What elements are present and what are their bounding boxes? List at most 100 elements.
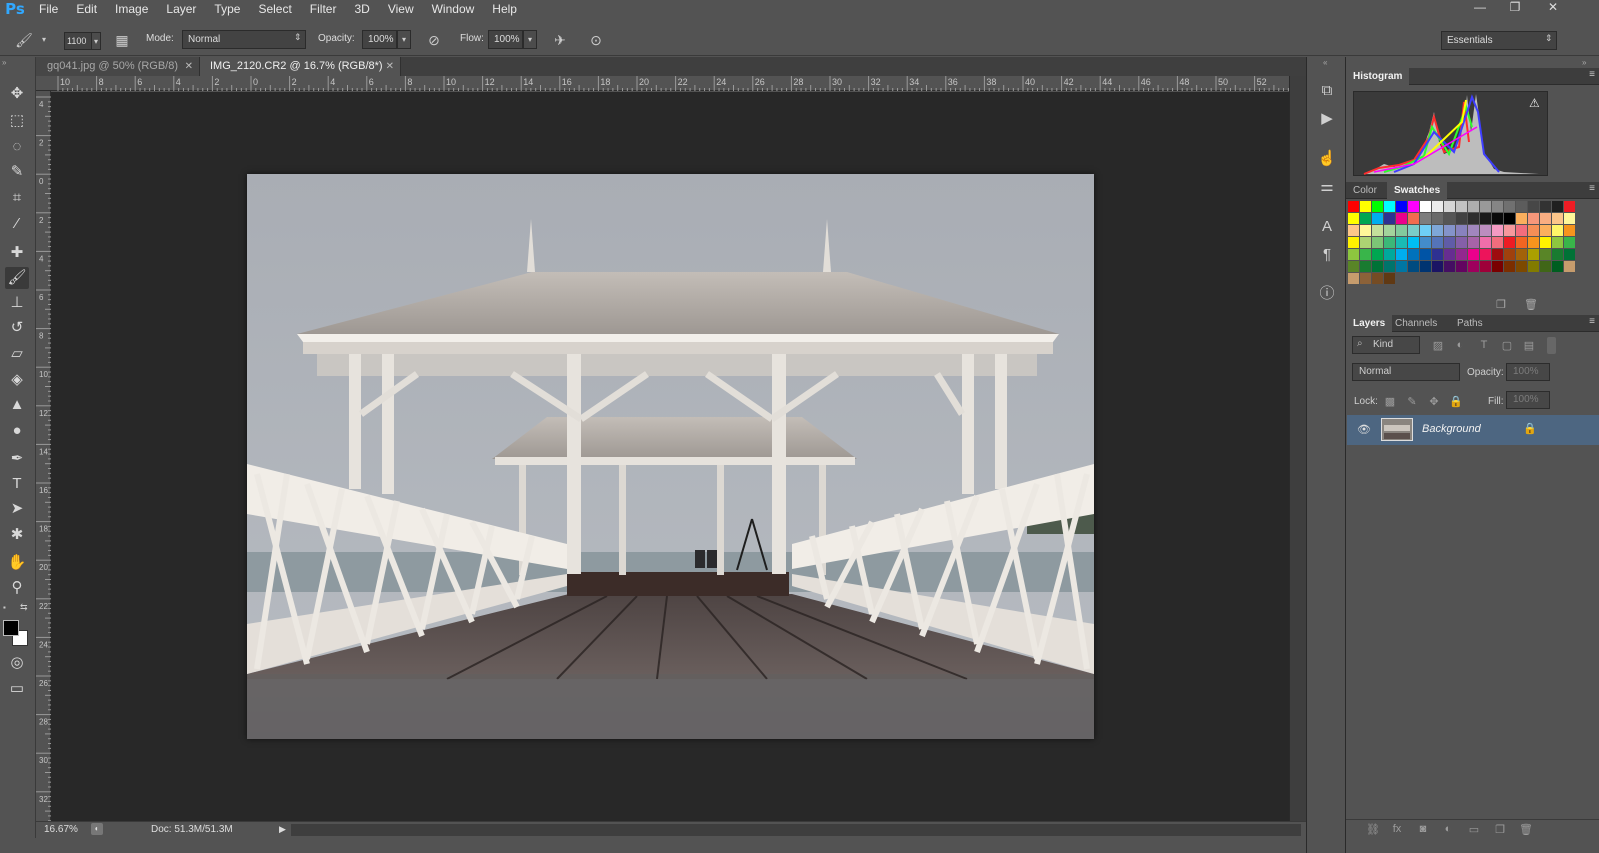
lasso-tool-icon[interactable]: ◌ (5, 136, 29, 158)
color-swatch[interactable] (1480, 225, 1491, 236)
shape-filter-icon[interactable]: ▢ (1500, 339, 1514, 352)
color-swatch[interactable] (1516, 225, 1527, 236)
color-swatch[interactable] (1504, 213, 1515, 224)
color-swatch[interactable] (1432, 249, 1443, 260)
info-toggle-icon[interactable]: ◐ (91, 823, 103, 835)
folder-icon[interactable]: ▭ (1467, 823, 1481, 836)
color-swatch[interactable] (1552, 237, 1563, 248)
color-swatch[interactable] (1360, 213, 1371, 224)
color-swatch[interactable] (1408, 237, 1419, 248)
crop-tool-icon[interactable]: ⌗ (5, 187, 29, 209)
lock-position-icon[interactable]: ✥ (1427, 395, 1441, 408)
color-swatch[interactable] (1564, 261, 1575, 272)
add-mask-icon[interactable]: ◙ (1416, 823, 1430, 835)
type-filter-icon[interactable]: T (1477, 339, 1491, 351)
color-swatch[interactable] (1384, 237, 1395, 248)
color-swatch[interactable] (1348, 237, 1359, 248)
color-swatch[interactable] (1492, 201, 1503, 212)
brush-tool-icon[interactable]: 🖌 (5, 267, 29, 289)
color-swatch[interactable] (1384, 213, 1395, 224)
color-swatch[interactable] (1360, 273, 1371, 284)
color-swatch[interactable] (1528, 201, 1539, 212)
chevron-down-icon[interactable]: ▾ (38, 30, 50, 50)
color-swatch[interactable] (1432, 213, 1443, 224)
color-swatch[interactable] (1492, 237, 1503, 248)
hand-tool-icon[interactable]: ✋ (5, 552, 29, 574)
color-swatch[interactable] (1360, 225, 1371, 236)
flow-field[interactable]: 100% (488, 30, 523, 49)
new-layer-icon[interactable]: ❐ (1493, 823, 1507, 836)
paint-bucket-tool-icon[interactable]: ◈ (5, 369, 29, 391)
color-swatch[interactable] (1540, 201, 1551, 212)
color-swatch[interactable] (1516, 213, 1527, 224)
screen-mode-icon[interactable]: ▭ (5, 678, 29, 700)
close-button[interactable]: ✕ (1538, 0, 1568, 16)
brush-size-field[interactable]: 1100 (64, 32, 92, 50)
color-swatch[interactable] (1444, 249, 1455, 260)
color-swatch[interactable] (1408, 213, 1419, 224)
color-swatch[interactable] (1528, 213, 1539, 224)
color-swatch[interactable] (1492, 261, 1503, 272)
tab-layers[interactable]: Layers (1346, 315, 1393, 332)
color-swatch[interactable] (1348, 249, 1359, 260)
color-swatch[interactable] (1360, 261, 1371, 272)
opacity-slider-arrow[interactable]: ▾ (397, 30, 411, 49)
color-swatch[interactable] (1552, 201, 1563, 212)
color-swatch[interactable] (1384, 273, 1395, 284)
brush-picker-arrow[interactable]: ▾ (91, 32, 101, 50)
color-swatch[interactable] (1420, 213, 1431, 224)
tool-presets-icon[interactable]: ☝ (1316, 148, 1338, 170)
color-swatch[interactable] (1420, 249, 1431, 260)
color-swatch[interactable] (1372, 249, 1383, 260)
new-swatch-icon[interactable]: ❐ (1496, 298, 1506, 311)
document-image[interactable] (247, 174, 1094, 739)
dodge-tool-icon[interactable]: ● (5, 420, 29, 442)
color-swatch[interactable] (1360, 201, 1371, 212)
brush-panel-toggle-icon[interactable]: ▦ (112, 30, 132, 50)
character-panel-icon[interactable]: A (1316, 216, 1338, 238)
color-swatch[interactable] (1444, 201, 1455, 212)
color-swatch[interactable] (1396, 261, 1407, 272)
color-swatch[interactable] (1504, 237, 1515, 248)
blend-mode-select[interactable]: Normal (1352, 363, 1460, 381)
swap-colors-icon[interactable]: ⇆ (20, 602, 28, 613)
color-swatch[interactable] (1564, 201, 1575, 212)
history-brush-tool-icon[interactable]: ↺ (5, 317, 29, 339)
color-swatch[interactable] (1420, 261, 1431, 272)
document-tab[interactable]: IMG_2120.CR2 @ 16.7% (RGB/8*) ✕ (200, 57, 401, 76)
color-swatch[interactable] (1432, 261, 1443, 272)
color-swatch[interactable] (1468, 261, 1479, 272)
menu-3d[interactable]: 3D (345, 0, 378, 18)
color-swatch[interactable] (1492, 249, 1503, 260)
paragraph-panel-icon[interactable]: ¶ (1316, 244, 1338, 266)
pressure-size-icon[interactable]: ⊙ (586, 30, 606, 50)
adjustment-layer-icon[interactable]: ◐ (1441, 823, 1455, 835)
color-swatch[interactable] (1420, 237, 1431, 248)
color-swatch[interactable] (1456, 249, 1467, 260)
color-swatch[interactable] (1564, 225, 1575, 236)
color-swatch[interactable] (1492, 225, 1503, 236)
adjustments-icon[interactable]: ⚌ (1316, 176, 1338, 198)
zoom-tool-icon[interactable]: ⚲ (5, 577, 29, 599)
link-layers-icon[interactable]: ⛓ (1366, 823, 1380, 836)
color-swatch[interactable] (1516, 201, 1527, 212)
layer-name[interactable]: Background (1422, 423, 1481, 435)
trash-icon[interactable]: 🗑 (1519, 823, 1533, 836)
default-colors-icon[interactable]: ▪ (3, 603, 6, 612)
custom-shape-tool-icon[interactable]: ✱ (5, 524, 29, 546)
blur-tool-icon[interactable]: ▲ (5, 394, 29, 416)
color-swatch[interactable] (1564, 213, 1575, 224)
color-swatch[interactable] (1372, 225, 1383, 236)
menu-view[interactable]: View (379, 0, 423, 18)
smart-object-filter-icon[interactable]: ▤ (1522, 339, 1536, 352)
color-swatch[interactable] (1492, 213, 1503, 224)
color-swatch[interactable] (1432, 237, 1443, 248)
warning-icon[interactable]: ⚠ (1529, 96, 1540, 110)
color-swatch[interactable] (1564, 237, 1575, 248)
quick-mask-icon[interactable]: ◎ (5, 652, 29, 674)
color-swatch[interactable] (1372, 261, 1383, 272)
color-swatch[interactable] (1444, 237, 1455, 248)
tab-swatches[interactable]: Swatches (1387, 182, 1448, 199)
layer-row[interactable]: 👁 Background 🔒 (1347, 415, 1599, 445)
color-swatch[interactable] (1432, 201, 1443, 212)
